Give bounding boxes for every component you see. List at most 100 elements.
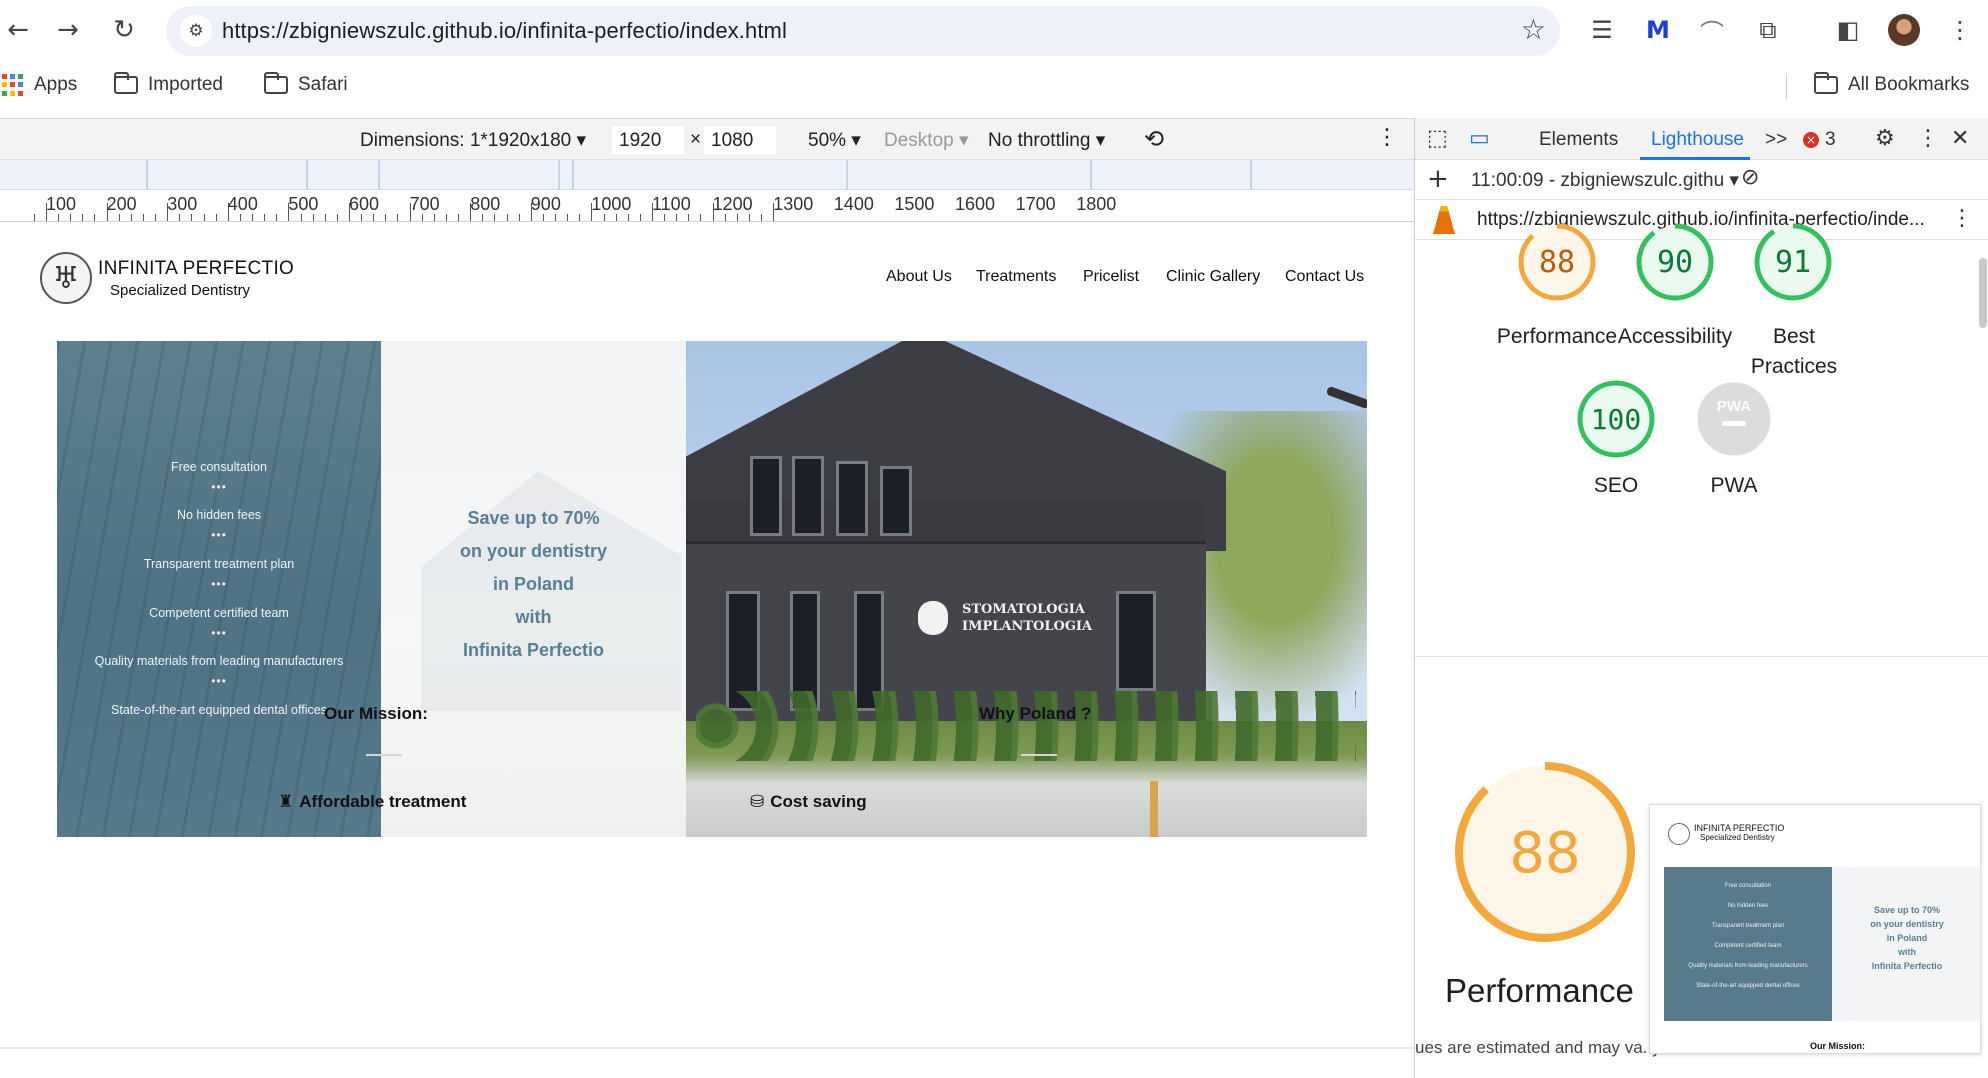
error-icon[interactable]: × xyxy=(1803,132,1819,148)
ruler-tick xyxy=(203,214,205,221)
pwa-dash xyxy=(1722,421,1746,426)
address-bar[interactable]: ⚙ https://zbigniewszulc.github.io/infini… xyxy=(166,6,1560,56)
error-count[interactable]: 3 xyxy=(1825,129,1836,151)
nav-treatments[interactable]: Treatments xyxy=(976,268,1056,286)
extension-m-icon[interactable]: M xyxy=(1640,12,1676,48)
devtools-scrollbar[interactable] xyxy=(1979,258,1987,328)
ruler-tick xyxy=(130,214,132,221)
throttling-select[interactable]: No throttling ▾ xyxy=(988,129,1105,152)
thumb-mission-title: Our Mission: xyxy=(1810,1041,1866,1051)
report-menu-icon[interactable]: ⋮ xyxy=(1951,206,1973,231)
nav-clinic-gallery[interactable]: Clinic Gallery xyxy=(1166,268,1260,286)
nav-about-us[interactable]: About Us xyxy=(886,268,952,286)
address-url[interactable]: https://zbigniewszulc.github.io/infinita… xyxy=(222,18,787,44)
photo-window xyxy=(1116,591,1156,691)
extensions-puzzle-icon[interactable]: ⧉ xyxy=(1750,12,1786,48)
viewport-width-input[interactable]: 1920 xyxy=(612,126,684,154)
more-tabs-button[interactable]: >> xyxy=(1765,129,1787,151)
ruler-tick xyxy=(555,214,557,221)
reload-icon[interactable]: ↻ xyxy=(106,12,142,48)
ruler-label: 1200 xyxy=(712,194,753,214)
close-devtools-icon[interactable]: ✕ xyxy=(1951,126,1969,151)
savings-line: Infinita Perfectio xyxy=(462,640,605,660)
zoom-select[interactable]: 50% ▾ xyxy=(808,129,861,152)
browser-menu-icon[interactable]: ⋮ xyxy=(1942,12,1978,48)
why-poland-title: Why Poland ? xyxy=(979,704,1092,723)
media-query-marker xyxy=(378,160,380,190)
final-screenshot-thumbnail[interactable]: INFINITA PERFECTIO Specialized Dentistry… xyxy=(1649,804,1981,1054)
side-panel-icon[interactable]: ◧ xyxy=(1830,12,1866,48)
extension-arc-icon[interactable]: ⌒ xyxy=(1694,12,1730,48)
device-mode-select[interactable]: Desktop ▾ xyxy=(884,129,969,152)
ruler-tick xyxy=(70,214,72,221)
ruler-label: 1000 xyxy=(591,194,632,214)
ruler-tick xyxy=(482,214,484,221)
settings-gear-icon[interactable]: ⚙ xyxy=(1875,126,1895,151)
ruler-tick xyxy=(445,214,447,221)
media-query-marker xyxy=(572,160,574,190)
bookmark-safari-label: Safari xyxy=(298,74,348,95)
media-query-marker xyxy=(558,160,560,190)
ruler-label: 800 xyxy=(470,194,501,214)
ruler-tick xyxy=(748,214,750,221)
lighthouse-icon xyxy=(1433,206,1455,234)
inspect-element-icon[interactable]: ⬚ xyxy=(1427,126,1448,151)
affordable-treatment: ♜ Affordable treatment xyxy=(278,792,466,812)
gauge-value: 90 xyxy=(1657,245,1693,280)
ruler-tick xyxy=(215,214,217,221)
brand-name[interactable]: INFINITA PERFECTIO xyxy=(98,258,294,280)
new-report-icon[interactable]: + xyxy=(1427,164,1449,194)
bookmark-imported[interactable]: Imported xyxy=(114,72,223,96)
all-bookmarks[interactable]: All Bookmarks xyxy=(1814,72,1969,96)
dimensions-select[interactable]: Dimensions: 1*1920x180 ▾ xyxy=(360,129,586,152)
bookmarks-bar: Apps Imported Safari All Bookmarks xyxy=(0,66,1988,106)
score-gauge-best-practices[interactable]: 91 xyxy=(1753,222,1833,307)
devtools-more-icon[interactable]: ⋮ xyxy=(1917,126,1939,151)
brand-tagline: Specialized Dentistry xyxy=(110,282,251,299)
ruler-tick xyxy=(579,214,581,221)
nav-pricelist[interactable]: Pricelist xyxy=(1083,268,1139,286)
ruler-tick xyxy=(155,214,157,221)
forward-icon[interactable]: → xyxy=(50,12,86,48)
reading-list-icon[interactable]: ☰ xyxy=(1584,12,1620,48)
viewport-height-input[interactable]: 1080 xyxy=(704,126,776,154)
ruler-tick xyxy=(300,214,302,221)
ruler-label: 1700 xyxy=(1015,194,1056,214)
score-gauge-pwa[interactable]: PWA xyxy=(1694,379,1774,464)
photo-street-lamp xyxy=(1325,385,1367,410)
back-icon[interactable]: ← xyxy=(0,12,36,48)
affordable-treatment-label: Affordable treatment xyxy=(299,792,467,811)
gauge-value: 88 xyxy=(1539,245,1575,280)
page-bottom-rule xyxy=(0,1047,1414,1049)
ruler-tick xyxy=(676,214,678,221)
site-logo-icon[interactable]: ♅ xyxy=(40,252,92,304)
thumb-save-line: Save up to 70% xyxy=(1873,905,1941,915)
tab-elements[interactable]: Elements xyxy=(1539,129,1618,151)
device-toolbar-icon[interactable]: ▭ xyxy=(1469,126,1490,151)
device-more-icon[interactable]: ⋮ xyxy=(1376,125,1398,150)
media-queries-bar[interactable] xyxy=(0,160,1414,190)
score-gauge-seo[interactable]: 100 xyxy=(1576,379,1656,464)
savings-line: in Poland xyxy=(493,574,574,594)
score-gauge-accessibility[interactable]: 90 xyxy=(1635,222,1715,307)
ruler-label: 400 xyxy=(227,194,258,214)
report-time: 11:00:09 - zbigniewszulc.githu xyxy=(1471,170,1725,191)
rotate-icon[interactable]: ⟲ xyxy=(1144,125,1164,153)
why-poland-divider xyxy=(1021,754,1057,756)
photo-window xyxy=(750,456,782,536)
throttling-value: No throttling xyxy=(988,130,1091,151)
bookmark-safari[interactable]: Safari xyxy=(264,72,348,96)
ruler-tick xyxy=(700,214,702,221)
nav-contact-us[interactable]: Contact Us xyxy=(1285,268,1364,286)
gauge-value: 91 xyxy=(1775,245,1811,280)
profile-avatar[interactable] xyxy=(1888,14,1920,46)
tab-lighthouse[interactable]: Lighthouse xyxy=(1651,129,1744,151)
score-gauge-performance[interactable]: 88 xyxy=(1517,222,1597,307)
performance-heading: Performance xyxy=(1445,972,1634,1009)
site-info-icon[interactable]: ⚙ xyxy=(180,15,212,47)
bookmark-apps[interactable]: Apps xyxy=(2,74,77,96)
thumb-brand-sub: Specialized Dentistry xyxy=(1700,833,1775,842)
bookmark-star-icon[interactable]: ☆ xyxy=(1521,13,1546,46)
report-selector[interactable]: 11:00:09 - zbigniewszulc.githu ▾ xyxy=(1471,169,1739,192)
clear-reports-icon[interactable]: ⊘ xyxy=(1741,165,1759,190)
